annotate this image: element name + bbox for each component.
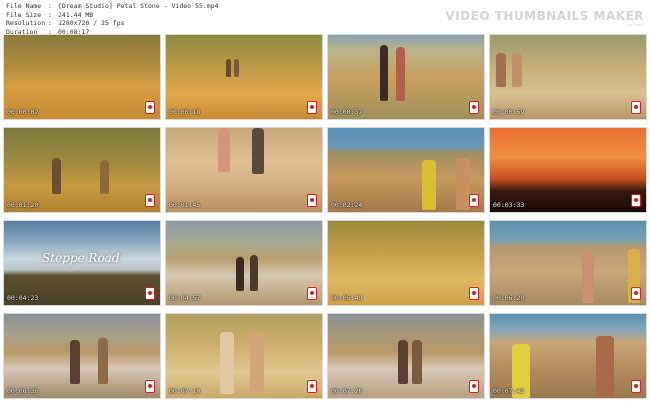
info-key: File Size <box>6 10 42 19</box>
thumbnail[interactable]: 00:07:42 <box>489 313 647 399</box>
studio-logo-icon <box>469 101 479 114</box>
figure-shape <box>250 332 264 394</box>
thumbnail[interactable]: 00:00:18 <box>165 34 323 120</box>
thumbnail[interactable]: 00:06:36 <box>3 313 161 399</box>
timestamp: 00:01:20 <box>7 201 39 209</box>
figure-shape <box>218 128 230 172</box>
info-key: Resolution <box>6 19 46 27</box>
info-row-filename: File Name: [Dream Studio] Petal Stone - V… <box>6 2 219 10</box>
figure-shape <box>234 59 239 77</box>
timestamp: 00:02:24 <box>331 201 363 209</box>
studio-logo-icon <box>631 194 641 207</box>
thumbnail[interactable]: 00:01:20 <box>3 127 161 213</box>
file-info-panel: File Name: [Dream Studio] Petal Stone - V… <box>6 2 218 36</box>
timestamp: 00:00:18 <box>169 108 201 116</box>
figure-shape <box>596 336 614 398</box>
thumbnail[interactable]: 00:00:02 <box>3 34 161 120</box>
figure-shape <box>396 47 405 101</box>
studio-logo-icon <box>631 101 641 114</box>
thumbnail-grid: 00:00:02 00:00:18 00:00:37 00:00:59 00:0… <box>3 34 647 399</box>
info-value: 241.44 MB <box>58 10 94 19</box>
figure-shape <box>456 158 470 210</box>
info-key: File Name <box>6 2 42 10</box>
timestamp: 00:07:26 <box>331 387 363 395</box>
info-value: [Dream Studio] Petal Stone - Video 55.mp… <box>58 2 219 10</box>
figure-shape <box>70 340 80 384</box>
video-title-overlay: Steppe Road <box>42 251 120 265</box>
timestamp: 00:00:59 <box>493 108 525 116</box>
figure-shape <box>52 158 61 194</box>
studio-logo-icon <box>469 380 479 393</box>
studio-logo-icon <box>145 194 155 207</box>
studio-logo-icon <box>145 287 155 300</box>
thumbnail[interactable]: Steppe Road 00:04:23 <box>3 220 161 306</box>
figure-shape <box>496 53 506 87</box>
timestamp: 00:00:37 <box>331 108 363 116</box>
timestamp: 00:01:45 <box>169 201 201 209</box>
figure-shape <box>252 128 264 174</box>
studio-logo-icon <box>307 101 317 114</box>
figure-shape <box>398 340 408 384</box>
figure-shape <box>512 53 522 87</box>
studio-logo-icon <box>307 380 317 393</box>
studio-logo-icon <box>307 194 317 207</box>
info-value: 1280x720 / 25 fps <box>58 19 125 27</box>
figure-shape <box>220 332 234 394</box>
studio-logo-icon <box>145 101 155 114</box>
info-row-resolution: Resolution:1280x720 / 25 fps <box>6 19 125 27</box>
timestamp: 00:07:10 <box>169 387 201 395</box>
studio-logo-icon <box>469 287 479 300</box>
thumbnail[interactable]: 00:05:40 <box>327 220 485 306</box>
brand-watermark: VIDEO THUMBNAILS MAKER by Scene <box>445 9 644 27</box>
timestamp: 00:04:23 <box>7 294 39 302</box>
timestamp: 00:00:02 <box>7 108 39 116</box>
thumbnail[interactable]: 00:01:45 <box>165 127 323 213</box>
timestamp: 00:06:20 <box>493 294 525 302</box>
studio-logo-icon <box>145 380 155 393</box>
studio-logo-icon <box>631 287 641 300</box>
figure-shape <box>250 255 258 291</box>
thumbnail[interactable]: 00:00:59 <box>489 34 647 120</box>
timestamp: 00:07:42 <box>493 387 525 395</box>
thumbnail[interactable]: 00:03:33 <box>489 127 647 213</box>
studio-logo-icon <box>307 287 317 300</box>
studio-logo-icon <box>631 380 641 393</box>
thumbnail[interactable]: 00:04:57 <box>165 220 323 306</box>
figure-shape <box>380 45 388 101</box>
timestamp: 00:03:33 <box>493 201 525 209</box>
thumbnail[interactable]: 00:07:26 <box>327 313 485 399</box>
figure-shape <box>100 160 109 194</box>
studio-logo-icon <box>469 194 479 207</box>
brand-title: VIDEO THUMBNAILS MAKER <box>445 9 644 23</box>
timestamp: 00:04:57 <box>169 294 201 302</box>
figure-shape <box>236 257 244 291</box>
thumbnail[interactable]: 00:02:24 <box>327 127 485 213</box>
figure-shape <box>412 340 422 384</box>
figure-shape <box>582 251 594 303</box>
thumbnail[interactable]: 00:06:20 <box>489 220 647 306</box>
info-row-filesize: File Size:241.44 MB <box>6 10 94 19</box>
figure-shape <box>98 338 108 384</box>
timestamp: 00:06:36 <box>7 387 39 395</box>
thumbnail[interactable]: 00:07:10 <box>165 313 323 399</box>
figure-shape <box>226 59 231 77</box>
timestamp: 00:05:40 <box>331 294 363 302</box>
thumbnail[interactable]: 00:00:37 <box>327 34 485 120</box>
figure-shape <box>422 160 436 210</box>
